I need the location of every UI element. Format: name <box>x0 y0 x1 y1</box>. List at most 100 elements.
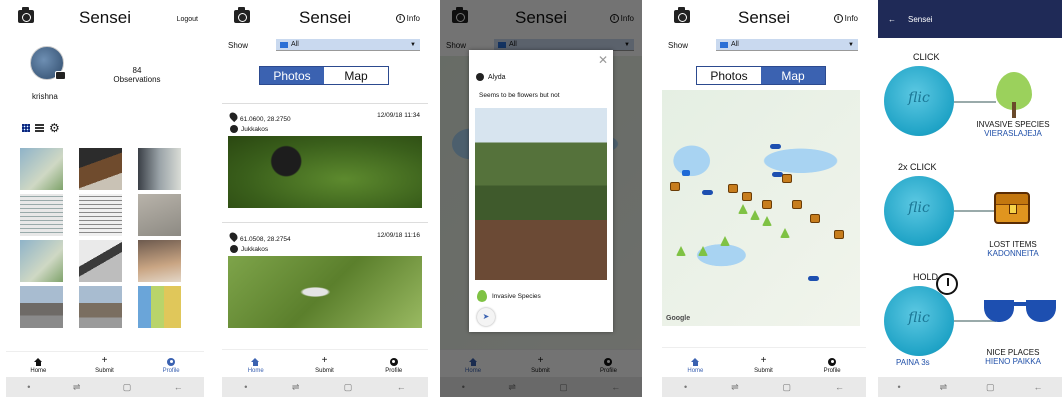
map-view[interactable]: Google <box>662 90 860 326</box>
observation-photo[interactable] <box>228 136 422 208</box>
map-marker[interactable] <box>670 182 680 191</box>
camera-icon[interactable] <box>18 7 34 23</box>
username: krishna <box>32 92 58 101</box>
photo-thumbnail[interactable] <box>79 148 122 190</box>
map-marker[interactable] <box>682 170 690 176</box>
photo-thumbnail[interactable] <box>20 194 63 236</box>
back-arrow-icon[interactable]: ← <box>888 15 896 24</box>
map-marker[interactable] <box>762 216 772 226</box>
observation-card[interactable]: 61.0508, 28.2754 12/09/18 11:16 Jukkakos <box>222 230 428 328</box>
logout-button[interactable]: Logout <box>177 16 198 23</box>
map-marker[interactable] <box>742 192 752 201</box>
map-marker[interactable] <box>834 230 844 239</box>
camera-icon[interactable] <box>234 7 250 23</box>
flic-button-icon: flic <box>884 286 954 356</box>
photo-thumbnail[interactable] <box>20 240 63 282</box>
navigate-arrow-icon[interactable]: ➤ <box>477 308 495 326</box>
map-marker[interactable] <box>770 144 781 149</box>
gear-icon[interactable]: ⚙ <box>49 122 60 134</box>
grid-view-icon[interactable] <box>22 124 30 132</box>
recents-icon[interactable]: ⇌ <box>73 382 81 393</box>
observation-photo[interactable] <box>228 256 422 328</box>
photo-thumbnail[interactable] <box>79 194 122 236</box>
recents-icon[interactable]: ⇌ <box>292 382 300 393</box>
filter-select[interactable]: All ▼ <box>716 39 858 51</box>
action-caption: INVASIVE SPECIES VIERASLAJEJA <box>964 120 1062 138</box>
observation-detail-modal: ✕ Alyda Seems to be flowers but not Inva… <box>469 50 613 332</box>
filter-select[interactable]: All ▼ <box>276 39 420 51</box>
home-nav-icon[interactable]: ▢ <box>986 382 995 393</box>
tab-submit[interactable]: + Submit <box>315 356 334 375</box>
close-icon[interactable]: ✕ <box>598 53 608 67</box>
photo-thumbnail[interactable] <box>138 240 181 282</box>
map-marker[interactable] <box>702 190 713 195</box>
map-marker[interactable] <box>792 200 802 209</box>
app-title: Sensei <box>908 14 933 24</box>
google-logo: Google <box>666 315 691 322</box>
camera-icon[interactable] <box>674 7 690 23</box>
map-marker[interactable] <box>720 236 730 246</box>
map-marker[interactable] <box>782 174 792 183</box>
action-caption: NICE PLACES HIENO PAIKKA <box>964 348 1062 366</box>
map-marker[interactable] <box>728 184 738 193</box>
clock-icon <box>936 273 958 295</box>
tab-submit-label: Submit <box>315 368 334 374</box>
segment-photos[interactable]: Photos <box>260 67 324 84</box>
tab-submit[interactable]: + Submit <box>754 356 773 375</box>
photo-thumbnail[interactable] <box>138 286 181 328</box>
tab-profile[interactable]: Profile <box>824 358 841 374</box>
app-title: Sensei <box>299 8 351 27</box>
tab-submit[interactable]: + Submit <box>95 356 114 375</box>
observation-modal-screen: Sensei iInfo Show All▼ Home +Submit Prof… <box>440 0 642 397</box>
tab-home-label: Home <box>687 368 704 374</box>
post-date: 12/09/18 11:34 <box>377 112 420 119</box>
recents-icon[interactable]: ⇌ <box>731 382 739 393</box>
info-button[interactable]: iInfo <box>395 14 420 23</box>
camera-badge-icon[interactable] <box>55 71 66 80</box>
map-marker[interactable] <box>750 210 760 220</box>
map-marker[interactable] <box>676 246 686 256</box>
connector-line <box>954 210 996 212</box>
glasses-icon <box>984 290 1056 324</box>
segment-photos[interactable]: Photos <box>697 67 761 84</box>
recents-icon[interactable]: ⇌ <box>940 382 948 393</box>
flag-icon <box>280 41 289 48</box>
tab-profile[interactable]: Profile <box>163 358 180 374</box>
segment-map[interactable]: Map <box>761 67 825 84</box>
tab-home[interactable]: Home <box>687 358 703 374</box>
modal-description: Seems to be flowers but not <box>479 92 560 99</box>
home-nav-icon[interactable]: ▢ <box>783 382 792 393</box>
back-icon[interactable]: ← <box>397 382 406 392</box>
home-nav-icon[interactable]: ▢ <box>344 382 353 393</box>
photo-thumbnail[interactable] <box>79 286 122 328</box>
map-marker[interactable] <box>808 276 819 281</box>
back-icon[interactable]: ← <box>174 382 183 392</box>
flic-button-icon: flic <box>884 66 954 136</box>
map-marker[interactable] <box>738 204 748 214</box>
avatar[interactable] <box>30 46 66 80</box>
tab-home[interactable]: Home <box>30 358 46 374</box>
info-button[interactable]: iInfo <box>833 14 858 23</box>
back-icon[interactable]: ← <box>835 382 844 392</box>
list-view-icon[interactable] <box>35 124 44 132</box>
home-nav-icon[interactable]: ▢ <box>123 382 132 393</box>
photo-thumbnail[interactable] <box>20 286 63 328</box>
flic-guide-body: CLICK flic INVASIVE SPECIES VIERASLAJEJA … <box>878 38 1062 377</box>
photo-thumbnail[interactable] <box>138 194 181 236</box>
photo-thumbnail[interactable] <box>138 148 181 190</box>
map-marker[interactable] <box>780 228 790 238</box>
back-icon[interactable]: ← <box>1034 382 1043 392</box>
segment-map[interactable]: Map <box>324 67 388 84</box>
map-marker[interactable] <box>698 246 708 256</box>
android-navbar: • ⇌ ▢ ← <box>6 377 204 397</box>
photo-thumbnail[interactable] <box>79 240 122 282</box>
tab-profile[interactable]: Profile <box>385 358 402 374</box>
nav-dot-icon: • <box>27 382 31 392</box>
photo-thumbnail[interactable] <box>20 148 63 190</box>
observation-card[interactable]: 61.0600, 28.2750 12/09/18 11:34 Jukkakos <box>222 110 428 208</box>
flic-logo: flic <box>908 310 930 326</box>
tab-home[interactable]: Home <box>248 358 264 374</box>
map-marker[interactable] <box>762 200 772 209</box>
post-coords: 61.0600, 28.2750 <box>240 116 291 123</box>
map-marker[interactable] <box>810 214 820 223</box>
